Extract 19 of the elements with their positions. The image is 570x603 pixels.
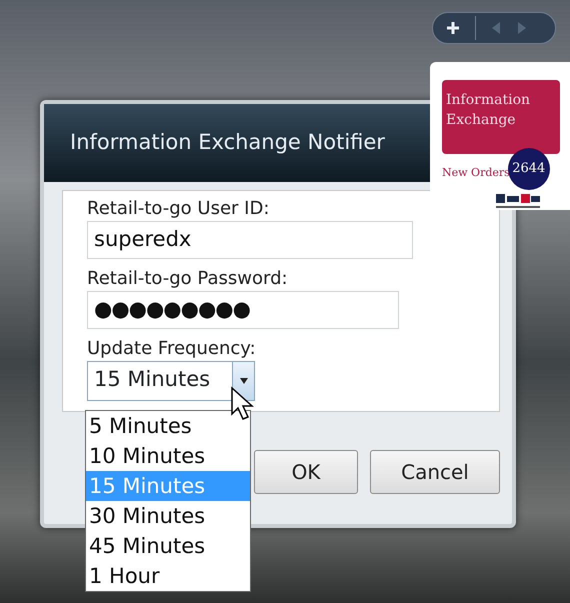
dropdown-option[interactable]: 30 Minutes — [86, 501, 250, 531]
dropdown-option[interactable]: 5 Minutes — [86, 411, 250, 441]
field-label: Retail-to-go User ID: — [87, 197, 270, 221]
password-field[interactable]: ●●●●●●●●● — [87, 291, 399, 329]
add-icon[interactable] — [445, 20, 461, 36]
order-count-badge: 2644 — [508, 148, 550, 190]
gadget-counter-label: New Orders — [442, 164, 510, 181]
field-label: Retail-to-go Password: — [87, 267, 289, 291]
field-label: Update Frequency: — [87, 337, 257, 361]
user-id-field[interactable]: superedx — [87, 221, 413, 259]
frequency-select[interactable]: 15 Minutes — [87, 361, 255, 401]
logo-icon — [496, 194, 540, 208]
gadget-title: Information Exchange — [442, 80, 560, 154]
dropdown-caret-icon[interactable] — [240, 378, 248, 384]
dropdown-option[interactable]: 10 Minutes — [86, 441, 250, 471]
cancel-button[interactable]: Cancel — [370, 450, 500, 494]
dropdown-option[interactable]: 45 Minutes — [86, 531, 250, 561]
dropdown-option[interactable]: 1 Hour — [86, 561, 250, 591]
ok-button[interactable]: OK — [254, 450, 358, 494]
